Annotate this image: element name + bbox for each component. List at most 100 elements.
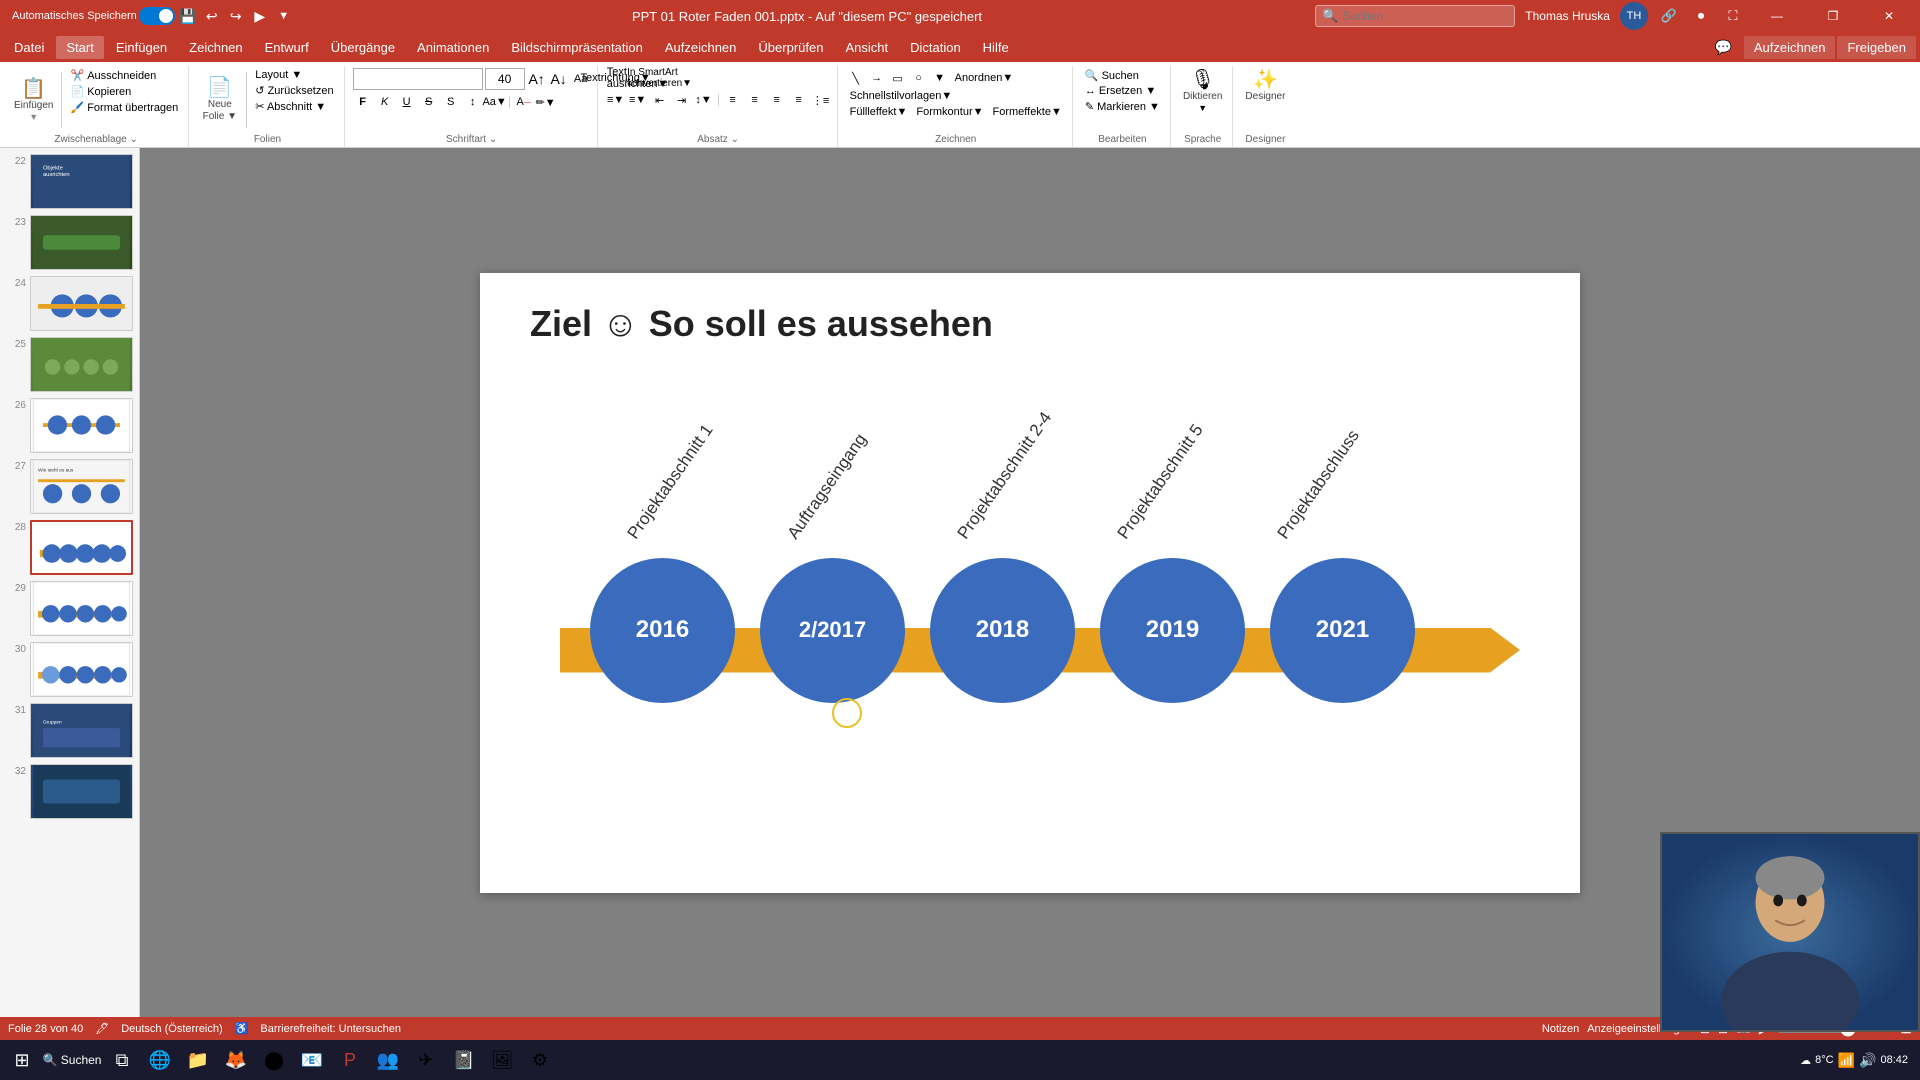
smartart-button[interactable]: In SmartArt konvertieren▼ xyxy=(650,68,670,88)
slide-canvas[interactable]: Ziel ☺ So soll es aussehen Projektabschn… xyxy=(480,273,1580,893)
slide-item-22[interactable]: 22 Objekte ausrichten xyxy=(4,152,135,211)
slide-item-25[interactable]: 25 xyxy=(4,335,135,394)
bold-button[interactable]: F xyxy=(353,92,373,112)
slide-item-31[interactable]: 31 Gruppen xyxy=(4,701,135,760)
slide-item-26[interactable]: 26 xyxy=(4,396,135,455)
slide-item-30[interactable]: 30 xyxy=(4,640,135,699)
schnellstil-button[interactable]: Schnellstilvorlagen▼ xyxy=(846,89,957,103)
font-name-input[interactable] xyxy=(353,68,483,90)
designer-button[interactable]: ✨ Designer xyxy=(1241,68,1289,104)
aufzeichnen-btn[interactable]: Aufzeichnen xyxy=(1744,36,1836,59)
photos-button[interactable]: 🖼 xyxy=(484,1042,520,1078)
close-button[interactable]: ✕ xyxy=(1866,0,1912,32)
markieren-button[interactable]: ✎ Markieren ▼ xyxy=(1081,99,1164,114)
slide-item-32[interactable]: 32 xyxy=(4,762,135,821)
paste-button[interactable]: 📋 Einfügen ▼ xyxy=(10,68,57,132)
sound-icon[interactable]: 🔊 xyxy=(1859,1052,1876,1069)
decrease-font-button[interactable]: A↓ xyxy=(549,69,569,89)
notes-icon[interactable]: 🖊 xyxy=(95,1022,109,1035)
menu-item-ueberpruefen[interactable]: Überprüfen xyxy=(748,36,833,59)
highlight-button[interactable]: ✏▼ xyxy=(536,92,556,112)
slide-item-27[interactable]: 27 Wie sieht es aus xyxy=(4,457,135,516)
slide-item-28[interactable]: 28 xyxy=(4,518,135,577)
anordnen-button[interactable]: Anordnen▼ xyxy=(951,68,1018,88)
underline-button[interactable]: U xyxy=(397,92,417,112)
menu-item-dictation[interactable]: Dictation xyxy=(900,36,971,59)
redo-icon[interactable]: ↪ xyxy=(225,5,247,27)
telegram-button[interactable]: ✈ xyxy=(408,1042,444,1078)
increase-indent-button[interactable]: ⇥ xyxy=(672,90,692,110)
format-transfer-button[interactable]: 🖌️Format übertragen xyxy=(66,100,182,115)
notes-button[interactable]: Notizen xyxy=(1542,1023,1579,1035)
language-label[interactable]: Deutsch (Österreich) xyxy=(121,1023,222,1035)
restore-button[interactable]: ❐ xyxy=(1810,0,1856,32)
font-size-input[interactable]: 40 xyxy=(485,68,525,90)
suchen-button[interactable]: 🔍 Suchen xyxy=(1081,68,1143,83)
shape-rect[interactable]: ▭ xyxy=(888,68,908,88)
menu-item-start[interactable]: Start xyxy=(56,36,103,59)
decrease-indent-button[interactable]: ⇤ xyxy=(650,90,670,110)
case-button[interactable]: Aa▼ xyxy=(485,92,505,112)
slide-item-23[interactable]: 23 xyxy=(4,213,135,272)
start-button[interactable]: ⊞ xyxy=(4,1042,40,1078)
more-icon[interactable]: ▼ xyxy=(273,5,295,27)
task-view-button[interactable]: ⧉ xyxy=(104,1042,140,1078)
freigeben-btn[interactable]: Freigeben xyxy=(1837,36,1916,59)
cut-button[interactable]: ✂️Ausschneiden xyxy=(66,68,182,83)
font-color-button[interactable]: A— xyxy=(514,92,534,112)
outlook-button[interactable]: 📧 xyxy=(294,1042,330,1078)
align-center-button[interactable]: ≡ xyxy=(745,90,765,110)
slide-item-29[interactable]: 29 xyxy=(4,579,135,638)
minimize-button[interactable]: — xyxy=(1754,0,1800,32)
menu-item-zeichnen[interactable]: Zeichnen xyxy=(179,36,252,59)
firefox-button[interactable]: 🦊 xyxy=(218,1042,254,1078)
record-icon[interactable]: ⏺ xyxy=(1690,5,1712,27)
search-box[interactable]: 🔍 xyxy=(1315,5,1515,27)
justify-button[interactable]: ≡ xyxy=(789,90,809,110)
new-slide-button[interactable]: 📄 Neue Folie ▼ xyxy=(197,68,242,132)
kontur-button[interactable]: Formkontur▼ xyxy=(912,105,987,119)
undo-icon[interactable]: ↩ xyxy=(201,5,223,27)
ersetzen-button[interactable]: ↔ Ersetzen ▼ xyxy=(1081,84,1160,98)
menu-item-uebergaenge[interactable]: Übergänge xyxy=(321,36,405,59)
menu-item-aufzeichnen[interactable]: Aufzeichnen xyxy=(655,36,747,59)
shape-more[interactable]: ▼ xyxy=(930,68,950,88)
powerpoint-button[interactable]: P xyxy=(332,1042,368,1078)
menu-item-praesentation[interactable]: Bildschirmpräsentation xyxy=(501,36,653,59)
onenote-button[interactable]: 📓 xyxy=(446,1042,482,1078)
numbering-button[interactable]: ≡▼ xyxy=(628,90,648,110)
present-icon[interactable]: ▶ xyxy=(249,5,271,27)
slide-item-24[interactable]: 24 xyxy=(4,274,135,333)
auto-save-toggle[interactable] xyxy=(139,7,175,25)
menu-item-einfuegen[interactable]: Einfügen xyxy=(106,36,177,59)
explorer-button[interactable]: 📁 xyxy=(180,1042,216,1078)
columns-button[interactable]: ⋮≡ xyxy=(811,90,831,110)
shape-line[interactable]: ╲ xyxy=(846,68,866,88)
layout-button[interactable]: Layout ▼ xyxy=(251,68,337,82)
increase-font-button[interactable]: A↑ xyxy=(527,69,547,89)
share-icon[interactable]: 🔗 xyxy=(1658,5,1680,27)
section-button[interactable]: ✂ Abschnitt ▼ xyxy=(251,99,337,114)
edge-button[interactable]: 🌐 xyxy=(142,1042,178,1078)
line-spacing-button[interactable]: ↕▼ xyxy=(694,90,714,110)
strikethrough-button[interactable]: S xyxy=(419,92,439,112)
menu-item-entwurf[interactable]: Entwurf xyxy=(255,36,319,59)
save-icon[interactable]: 💾 xyxy=(177,5,199,27)
menu-item-animationen[interactable]: Animationen xyxy=(407,36,499,59)
spacing-button[interactable]: ↕ xyxy=(463,92,483,112)
fuellung-button[interactable]: Füllleffekt▼ xyxy=(846,105,912,119)
reset-button[interactable]: ↺ Zurücksetzen xyxy=(251,83,337,98)
search-input[interactable] xyxy=(1342,9,1508,23)
shadow-button[interactable]: S xyxy=(441,92,461,112)
copy-button[interactable]: 📄Kopieren xyxy=(66,84,182,99)
align-left-button[interactable]: ≡ xyxy=(723,90,743,110)
search-taskbar-button[interactable]: 🔍 Suchen xyxy=(42,1042,102,1078)
teams-button[interactable]: 👥 xyxy=(370,1042,406,1078)
network-icon[interactable]: 📶 xyxy=(1838,1052,1855,1069)
fullscreen-icon[interactable]: ⛶ xyxy=(1722,5,1744,27)
bullets-button[interactable]: ≡▼ xyxy=(606,90,626,110)
settings-button[interactable]: ⚙ xyxy=(522,1042,558,1078)
italic-button[interactable]: K xyxy=(375,92,395,112)
shape-oval[interactable]: ○ xyxy=(909,68,929,88)
menu-item-ansicht[interactable]: Ansicht xyxy=(835,36,898,59)
